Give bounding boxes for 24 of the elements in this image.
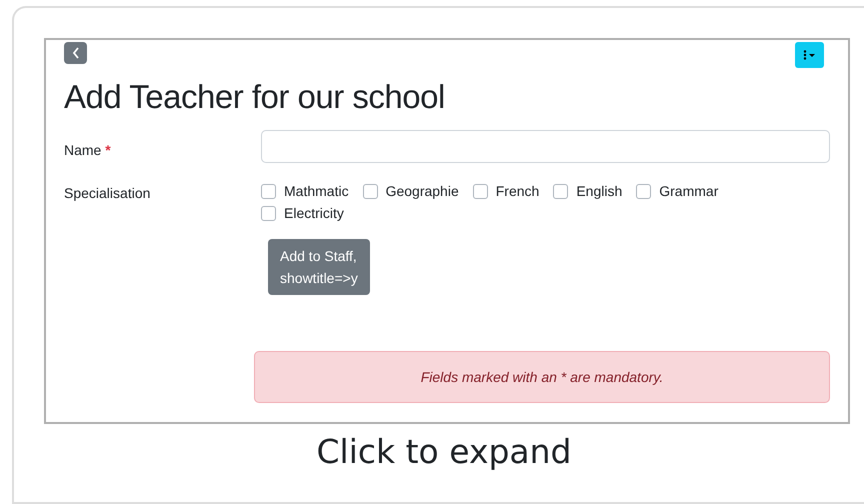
name-input-field[interactable] — [261, 130, 830, 163]
expand-caption[interactable]: Click to expand — [314, 432, 574, 471]
field-label: Specialisation — [64, 185, 150, 201]
checkbox[interactable] — [261, 184, 276, 198]
checkbox-label[interactable]: French — [496, 183, 540, 199]
chevron-left-icon — [72, 47, 80, 59]
dots-caret-icon — [802, 50, 816, 60]
checkbox-label[interactable]: Mathmatic — [284, 183, 349, 199]
checkbox[interactable] — [261, 206, 276, 220]
checkbox[interactable] — [362, 184, 378, 198]
checkbox-label[interactable]: Electricity — [284, 205, 344, 221]
required-mark: * — [105, 142, 111, 158]
back-button[interactable] — [64, 42, 87, 64]
checkbox-label[interactable]: Grammar — [659, 183, 718, 199]
menu-button[interactable] — [795, 42, 824, 68]
checkbox[interactable] — [472, 184, 488, 198]
checkbox-label[interactable]: Geographie — [386, 183, 459, 199]
checkbox[interactable] — [553, 184, 568, 198]
add-to-staff-button[interactable]: Add to Staff, showtitle=>y — [268, 239, 370, 295]
mandatory-notice: Fields marked with an * are mandatory. — [254, 351, 830, 403]
page-title: Add Teacher for our school — [64, 78, 446, 116]
checkbox[interactable] — [636, 184, 652, 198]
field-label: Name — [64, 142, 102, 158]
checkbox-label[interactable]: English — [576, 183, 622, 199]
